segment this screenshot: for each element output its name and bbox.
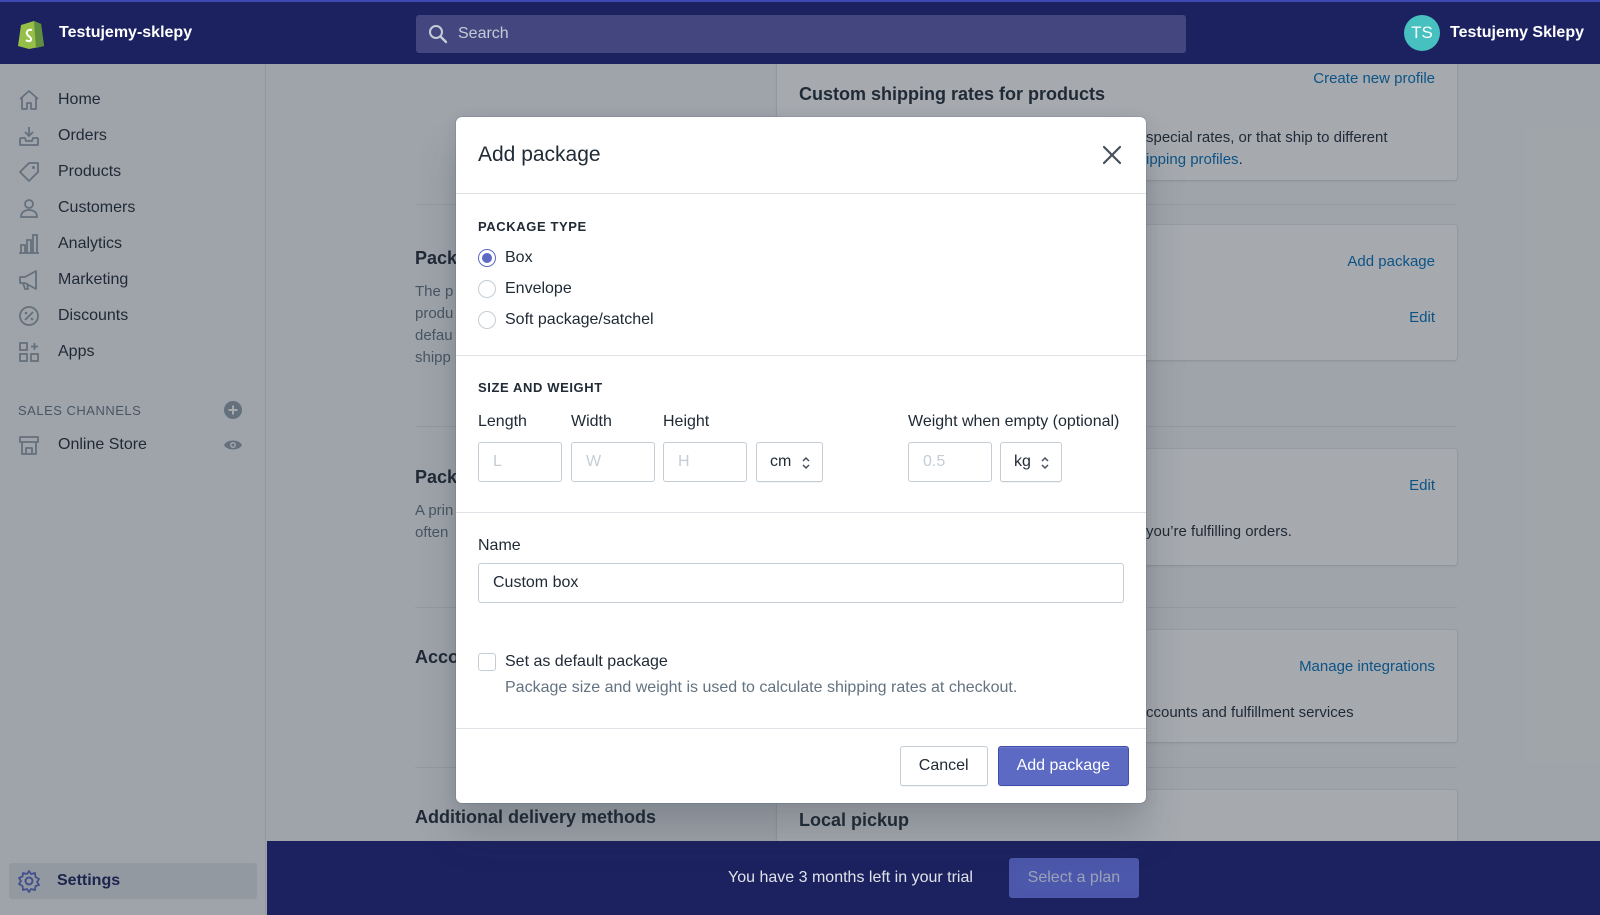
height-input[interactable]	[663, 442, 747, 482]
weight-label: Weight when empty (optional)	[908, 413, 1120, 430]
add-package-modal: Add package PACKAGE TYPE Box Envelope So…	[456, 117, 1146, 803]
store-name: Testujemy-sklepy	[59, 24, 193, 41]
radio-envelope[interactable]: Envelope	[478, 273, 1124, 304]
size-weight-section: SIZE AND WEIGHT Length Width Height cm W…	[456, 356, 1146, 513]
name-section: Name Set as default package Package size…	[456, 513, 1146, 729]
cancel-button[interactable]: Cancel	[899, 746, 988, 786]
radio-button[interactable]	[478, 279, 496, 298]
package-type-heading: PACKAGE TYPE	[478, 219, 587, 234]
updown-caret-icon	[802, 456, 810, 470]
radio-button[interactable]	[478, 248, 496, 267]
dimension-unit-select[interactable]: cm	[756, 442, 823, 482]
store-brand[interactable]: Testujemy-sklepy	[0, 17, 415, 49]
radio-label: Soft package/satchel	[505, 310, 654, 328]
default-package-help-text: Package size and weight is used to calcu…	[505, 679, 1018, 696]
shopify-logo-icon	[18, 21, 44, 49]
user-menu[interactable]: TS Testujemy Sklepy	[1404, 15, 1584, 51]
select-plan-button[interactable]: Select a plan	[1008, 858, 1139, 898]
weight-input[interactable]	[908, 442, 992, 482]
modal-header: Add package	[456, 117, 1146, 194]
updown-caret-icon	[1041, 456, 1049, 470]
dimension-unit-value: cm	[770, 453, 792, 470]
search-input[interactable]	[458, 25, 1158, 43]
length-input[interactable]	[478, 442, 562, 482]
default-package-label: Set as default package	[505, 653, 668, 670]
weight-unit-value: kg	[1014, 453, 1031, 470]
user-name: Testujemy Sklepy	[1450, 24, 1584, 41]
width-label: Width	[571, 413, 612, 430]
search-icon	[429, 25, 448, 44]
top-bar: Testujemy-sklepy TS Testujemy Sklepy	[0, 0, 1600, 64]
radio-soft-package[interactable]: Soft package/satchel	[478, 304, 1124, 335]
weight-unit-select[interactable]: kg	[1000, 442, 1062, 482]
trial-banner: You have 3 months left in your trial Sel…	[267, 841, 1600, 915]
default-package-checkbox[interactable]	[478, 653, 496, 671]
search-bar[interactable]	[416, 15, 1186, 53]
height-label: Height	[663, 413, 710, 430]
trial-text: You have 3 months left in your trial	[728, 869, 973, 886]
modal-footer: Cancel Add package	[456, 729, 1146, 803]
radio-button[interactable]	[478, 310, 496, 329]
avatar: TS	[1404, 15, 1441, 51]
name-label: Name	[478, 537, 521, 554]
radio-label: Envelope	[505, 279, 572, 297]
package-type-section: PACKAGE TYPE Box Envelope Soft package/s…	[456, 194, 1146, 356]
modal-title: Add package	[478, 143, 601, 166]
package-name-input[interactable]	[478, 563, 1124, 603]
dimension-fields: Length Width Height cm Weight when empty…	[478, 403, 1124, 493]
default-package-option[interactable]: Set as default package	[478, 653, 1124, 671]
width-input[interactable]	[571, 442, 655, 482]
radio-label: Box	[505, 248, 533, 266]
add-package-button[interactable]: Add package	[997, 746, 1129, 786]
close-icon[interactable]	[1100, 143, 1124, 167]
length-label: Length	[478, 413, 527, 430]
radio-box[interactable]: Box	[478, 242, 1124, 273]
size-weight-heading: SIZE AND WEIGHT	[478, 380, 603, 395]
